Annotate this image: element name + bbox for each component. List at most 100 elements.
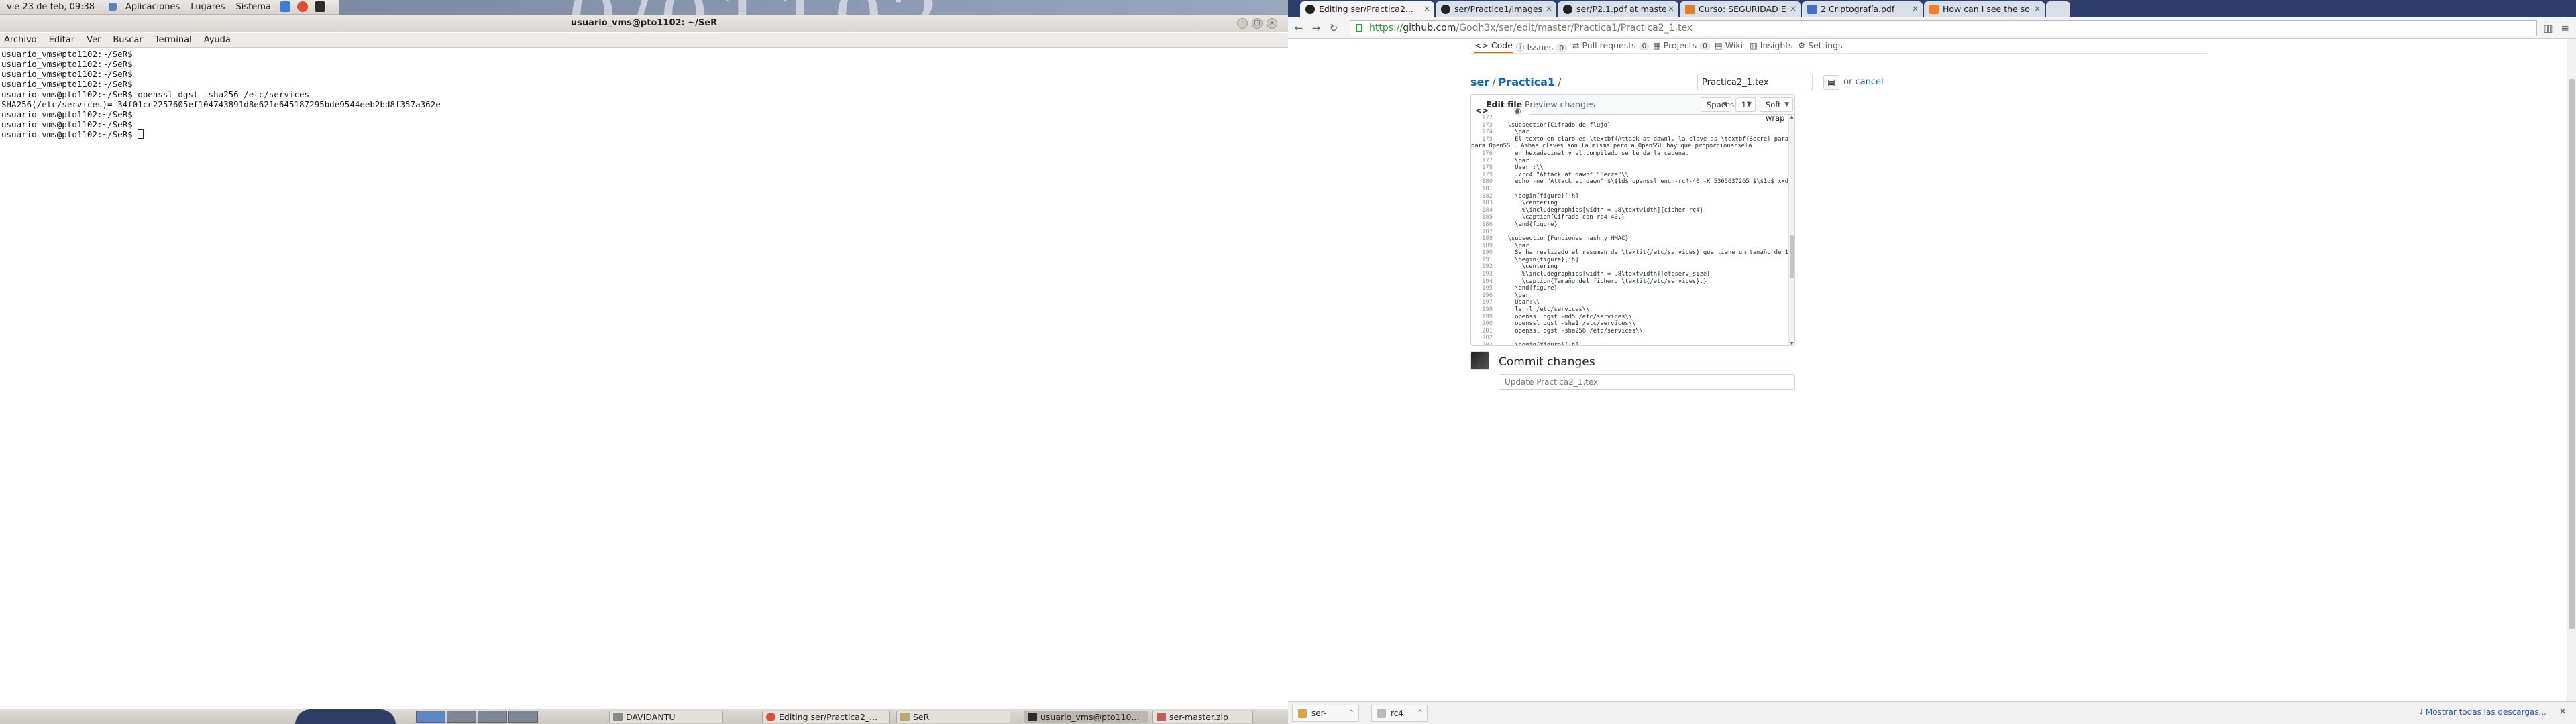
tab-preview-changes[interactable]: ◉ Preview changes <box>1510 95 1602 115</box>
extensions-icon[interactable]: ▥ <box>2543 22 2553 34</box>
terminal-launcher-icon[interactable] <box>314 1 325 12</box>
breadcrumb-repo[interactable]: ser <box>1470 76 1489 88</box>
tab-insights[interactable]: ▥ Insights <box>1750 40 1793 50</box>
code-editor-content[interactable]: 172 173 \subsection{Cifrado de flujo} 174 … <box>1471 115 1789 345</box>
taskbar-item-zip[interactable]: ser-master.zip <box>1152 711 1253 723</box>
terminal-line: usuario_vms@pto1102:~/SeR$ openssl dgst … <box>1 89 310 99</box>
menu-buscar[interactable]: Buscar <box>113 33 142 47</box>
indent-size-select[interactable]: 12 ▼ <box>1735 97 1756 112</box>
panel-menus: Aplicaciones Lugares Sistema <box>107 1 327 12</box>
wrap-mode-select[interactable]: Soft wrap ▼ <box>1760 97 1793 123</box>
tab-how-can-i-see[interactable]: How can I see the so × <box>1924 1 2045 17</box>
panel-clock[interactable]: vie 23 de feb, 09:38 <box>7 2 95 12</box>
taskbar-item-ser[interactable]: SeR <box>896 711 1010 723</box>
tab-curso-seguridad[interactable]: Curso: SEGURIDAD E × <box>1680 1 1801 17</box>
maximize-icon[interactable]: □ <box>1252 18 1263 29</box>
download-item-rc4[interactable]: rc4 ^ <box>1371 705 1428 722</box>
tab-pull-requests[interactable]: ⇄ Pull requests 0 <box>1572 40 1650 50</box>
tab-editing-practica2[interactable]: Editing ser/Practica2... × <box>1300 1 1434 17</box>
workspace-1[interactable] <box>416 711 445 723</box>
menu-lugares[interactable]: Lugares <box>187 2 228 12</box>
tab-wiki[interactable]: ▤ Wiki <box>1715 40 1743 50</box>
address-bar[interactable]: https://github.com/Godh3x/ser/edit/maste… <box>1350 20 2537 36</box>
commit-summary-input[interactable] <box>1499 374 1795 390</box>
code-text: \par <box>1501 129 1529 136</box>
page-scroll-thumb[interactable] <box>2569 79 2575 629</box>
line-number: 182 <box>1482 192 1493 200</box>
tab-close-icon[interactable]: × <box>2034 1 2041 17</box>
tab-close-icon[interactable]: × <box>1668 1 1674 17</box>
download-item-ser-master[interactable]: ser-master.zip^ <box>1292 705 1359 722</box>
avatar[interactable] <box>1470 351 1489 370</box>
tab-practice1-images[interactable]: ser/Practice1/images × <box>1436 1 1556 17</box>
tab-code[interactable]: <> Code <box>1474 40 1513 53</box>
code-line: 186 \end{figure} <box>1471 221 1789 229</box>
close-icon[interactable]: × <box>2559 706 2567 717</box>
browser-launcher-icon[interactable] <box>279 1 290 12</box>
terminal-line: usuario_vms@pto1102:~/SeR$ <box>1 69 133 79</box>
tab-issues[interactable]: ⓘ Issues 0 <box>1516 40 1567 53</box>
chevron-up-icon[interactable]: ^ <box>1417 705 1423 721</box>
scroll-up-icon[interactable]: ▲ <box>1789 115 1794 120</box>
workspace-3[interactable] <box>478 711 507 723</box>
workspace-4[interactable] <box>508 711 538 723</box>
menu-editar[interactable]: Editar <box>49 33 75 47</box>
code-line: 188 \subsection{Funciones hash y HMAC} <box>1471 235 1789 243</box>
taskbar-item-terminal[interactable]: usuario_vms@pto110... <box>1024 711 1148 723</box>
tab-criptografia-pdf[interactable]: 2 Criptografía.pdf × <box>1802 1 1923 17</box>
forward-icon[interactable]: → <box>1309 21 1323 35</box>
code-text: ls -l /etc/services\\ <box>1501 306 1590 314</box>
tab-settings[interactable]: ⚙ Settings <box>1798 40 1842 50</box>
code-line: 176 en hexadecimal y al compilado se le … <box>1471 150 1789 158</box>
taskbar-item-davidantu[interactable]: DAVIDANTU <box>609 711 723 723</box>
code-line: 202 <box>1471 335 1789 342</box>
line-number: 202 <box>1482 335 1493 342</box>
gnome-foot-icon[interactable] <box>109 3 117 11</box>
line-number: 174 <box>1482 129 1493 136</box>
close-icon[interactable]: × <box>1267 18 1277 29</box>
menu-terminal[interactable]: Terminal <box>155 33 192 47</box>
file-type-icon[interactable]: ▤ <box>1823 75 1839 90</box>
menu-icon[interactable]: ≡ <box>2561 22 2569 34</box>
tab-close-icon[interactable]: × <box>1912 1 1919 17</box>
new-tab-button[interactable] <box>2046 1 2070 17</box>
menu-aplicaciones[interactable]: Aplicaciones <box>122 2 183 12</box>
tab-close-icon[interactable]: × <box>1790 1 1796 17</box>
menu-ver[interactable]: Ver <box>87 33 101 47</box>
code-line: 185 \caption{Cifrado con rc4-40.} <box>1471 214 1789 221</box>
chrome-launcher-icon[interactable] <box>297 1 308 12</box>
back-icon[interactable]: ← <box>1292 21 1305 35</box>
chevron-up-icon[interactable]: ^ <box>1349 705 1354 721</box>
scroll-down-icon[interactable]: ▼ <box>1789 341 1794 345</box>
code-text: El texto en claro es \textbf{Attack at d… <box>1515 135 1788 143</box>
taskbar-item-chrome[interactable]: Editing ser/Practica2_... <box>762 711 890 723</box>
minimize-icon[interactable]: – <box>1237 18 1248 29</box>
code-text: openssl dgst -sha1 /etc/services\\ <box>1501 320 1636 328</box>
breadcrumb-folder[interactable]: Practica1 <box>1499 76 1555 88</box>
tab-close-icon[interactable]: × <box>1424 1 1430 17</box>
editor-scroll-thumb[interactable] <box>1790 235 1794 278</box>
filename-input[interactable] <box>1697 74 1813 91</box>
workspace-switcher[interactable] <box>416 711 538 723</box>
terminal-titlebar[interactable]: usuario_vms@pto1102: ~/SeR – □ × <box>0 15 1288 32</box>
code-text: openssl dgst -md5 /etc/services\\ <box>1501 313 1632 320</box>
page-scrollbar[interactable] <box>2567 39 2576 701</box>
line-number: 184 <box>1482 206 1493 214</box>
tab-projects[interactable]: ▦ Projects 0 <box>1653 40 1711 50</box>
menu-ayuda[interactable]: Ayuda <box>204 33 231 47</box>
url-scheme: https:// <box>1369 23 1403 34</box>
show-all-downloads-link[interactable]: ⤓ Mostrar todas las descargas... <box>2420 707 2546 717</box>
menu-sistema[interactable]: Sistema <box>233 2 274 12</box>
tab-p2-pdf[interactable]: ser/P2.1.pdf at maste × <box>1558 1 1678 17</box>
reload-icon[interactable]: ↻ <box>1327 21 1340 35</box>
gnome-bottom-panel: DAVIDANTU Editing ser/Practica2_... SeR … <box>0 709 1288 724</box>
indent-mode-select[interactable]: Spaces ▼ <box>1701 97 1734 112</box>
tab-close-icon[interactable]: × <box>1546 1 1552 17</box>
terminal-output[interactable]: usuario_vms@pto1102:~/SeR$ usuario_vms@p… <box>0 48 1288 709</box>
code-line: 191 \begin{figure}[!h] <box>1471 257 1789 264</box>
menu-archivo[interactable]: Archivo <box>4 33 37 47</box>
editor-scrollbar[interactable]: ▲ ▼ <box>1788 115 1794 345</box>
cancel-link[interactable]: cancel <box>1855 77 1883 87</box>
code-text: \subsection{Funciones hash y HMAC} <box>1501 235 1629 243</box>
workspace-2[interactable] <box>447 711 476 723</box>
